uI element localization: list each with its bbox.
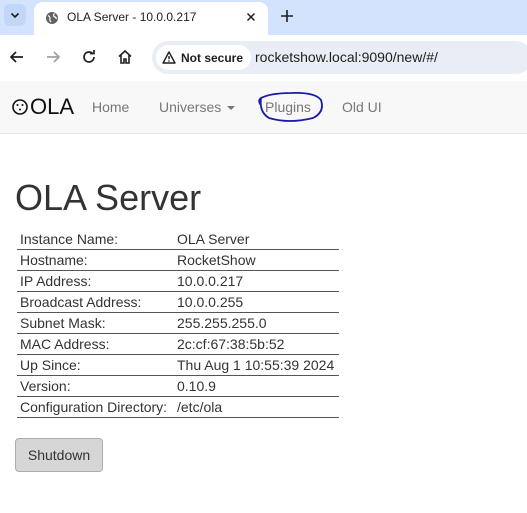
close-icon	[246, 12, 256, 22]
reload-button[interactable]	[79, 47, 99, 67]
info-value: /etc/ola	[174, 396, 339, 418]
browser-tab[interactable]: OLA Server - 10.0.0.217	[34, 2, 268, 35]
table-row: Instance Name: OLA Server	[17, 229, 339, 250]
info-key: IP Address:	[17, 270, 174, 292]
nav-home-link[interactable]: Home	[92, 99, 129, 115]
security-label: Not secure	[181, 50, 244, 65]
info-key: Version:	[17, 375, 174, 397]
table-row: Up Since: Thu Aug 1 10:55:39 2024	[17, 354, 339, 376]
info-value: 10.0.0.255	[174, 291, 339, 313]
home-button[interactable]	[115, 47, 135, 67]
info-key: Configuration Directory:	[17, 396, 174, 418]
table-row: Configuration Directory:/etc/ola	[17, 396, 339, 418]
nav-old-ui-link[interactable]: Old UI	[342, 99, 382, 115]
info-key: Instance Name:	[17, 229, 174, 250]
site-info-chip[interactable]: Not secure	[156, 45, 252, 70]
url-text[interactable]: rocketshow.local:9090/new/#/	[255, 49, 438, 65]
page-title: OLA Server	[15, 177, 202, 218]
forward-button[interactable]	[43, 47, 63, 67]
table-row: IP Address: 10.0.0.217	[17, 270, 339, 292]
table-row: Version: 0.10.9	[17, 375, 339, 397]
info-key: Hostname:	[17, 249, 174, 271]
info-key: Subnet Mask:	[17, 312, 174, 334]
nav-universes-dropdown[interactable]: Universes	[159, 99, 236, 115]
info-value: RocketShow	[174, 249, 339, 271]
info-value: 0.10.9	[174, 375, 339, 397]
ola-logo-icon	[12, 99, 28, 115]
table-row: Broadcast Address: 10.0.0.255	[17, 291, 339, 313]
home-icon	[118, 49, 132, 64]
nav-universes-label: Universes	[159, 99, 222, 115]
table-row: MAC Address: 2c:cf:67:38:5b:52	[17, 333, 339, 355]
tab-title: OLA Server - 10.0.0.217	[67, 10, 197, 24]
caret-down-icon	[227, 106, 236, 111]
info-key: Up Since:	[17, 354, 174, 376]
info-key: MAC Address:	[17, 333, 174, 355]
table-row: Hostname: RocketShow	[17, 249, 339, 271]
ola-logo[interactable]: OLA	[12, 94, 75, 119]
table-row: Subnet Mask: 255.255.255.0	[17, 312, 339, 334]
annotation-circle	[258, 91, 323, 122]
back-button[interactable]	[7, 47, 27, 67]
close-tab-button[interactable]	[244, 10, 258, 24]
shutdown-button[interactable]: Shutdown	[15, 438, 103, 472]
info-value: Thu Aug 1 10:55:39 2024	[174, 354, 339, 376]
globe-icon	[46, 12, 58, 24]
browser-tab-strip: OLA Server - 10.0.0.217	[0, 0, 527, 35]
back-arrow-icon	[9, 51, 23, 63]
info-value: 255.255.255.0	[174, 312, 339, 334]
logo-text: OLA	[30, 94, 75, 119]
tab-search-button[interactable]	[4, 4, 26, 26]
browser-toolbar: Not secure rocketshow.local:9090/new/#/	[0, 35, 527, 81]
server-info-table: Instance Name: OLA Server Hostname: Rocket…	[17, 229, 339, 418]
info-value: OLA Server	[174, 229, 339, 250]
info-value: 2c:cf:67:38:5b:52	[174, 333, 339, 355]
forward-arrow-icon	[47, 51, 61, 63]
plus-icon	[281, 10, 293, 22]
address-bar[interactable]: Not secure rocketshow.local:9090/new/#/	[152, 41, 527, 74]
chevron-down-icon	[10, 12, 20, 19]
info-value: 10.0.0.217	[174, 270, 339, 292]
new-tab-button[interactable]	[278, 7, 296, 25]
info-key: Broadcast Address:	[17, 291, 174, 313]
warning-icon	[162, 51, 176, 64]
reload-icon	[83, 50, 95, 63]
